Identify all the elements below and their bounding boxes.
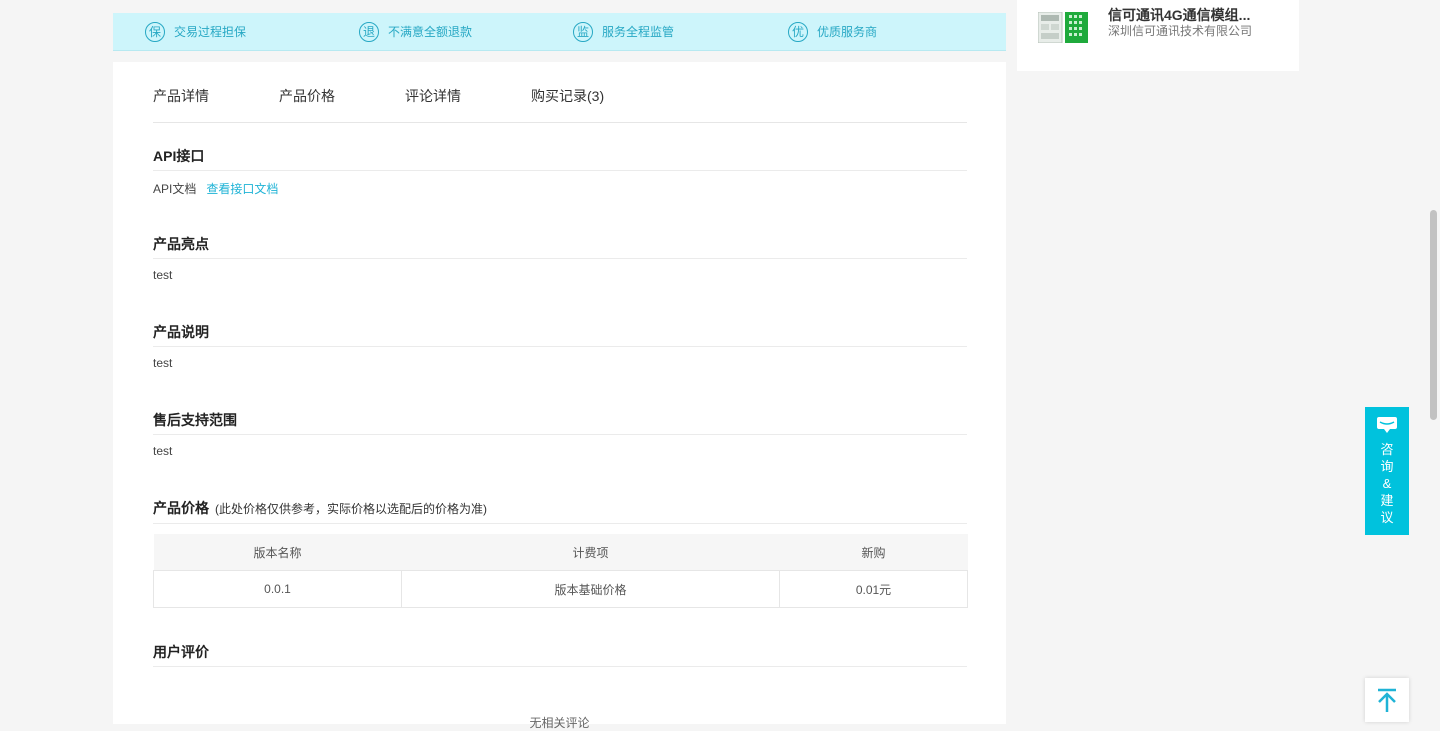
api-section-title: API接口 bbox=[153, 148, 205, 164]
column-header-new-purchase: 新购 bbox=[779, 534, 968, 571]
after-sales-text: test bbox=[153, 444, 173, 458]
guarantee-item-supervision: 监 服务全程监管 bbox=[573, 13, 674, 50]
cell-price: 0.01元 bbox=[779, 570, 968, 608]
api-doc-label: API文档 bbox=[153, 182, 197, 196]
product-detail-panel: 产品详情 产品价格 评论详情 购买记录(3) API接口 API文档 查看接口文档… bbox=[113, 62, 1006, 730]
consult-suggestion-button[interactable]: 咨 询 & 建 议 bbox=[1365, 407, 1409, 535]
refund-badge-icon: 退 bbox=[359, 21, 379, 42]
api-doc-row: API文档 查看接口文档 bbox=[153, 180, 278, 197]
detail-tabs: 产品详情 产品价格 评论详情 购买记录(3) bbox=[153, 62, 967, 123]
guarantee-label: 交易过程担保 bbox=[174, 25, 247, 39]
pricing-note: (此处价格仅供参考，实际价格以选配后的价格为准) bbox=[215, 502, 487, 516]
consult-label: 咨 询 & 建 议 bbox=[1380, 442, 1394, 525]
pricing-section-title: 产品价格 (此处价格仅供参考，实际价格以选配后的价格为准) bbox=[153, 498, 487, 518]
cell-version: 0.0.1 bbox=[153, 570, 402, 608]
after-sales-section-title: 售后支持范围 bbox=[153, 412, 237, 428]
pricing-title: 产品价格 bbox=[153, 500, 209, 516]
column-header-version: 版本名称 bbox=[153, 534, 402, 571]
table-row: 0.0.1 版本基础价格 0.01元 bbox=[153, 570, 968, 608]
tab-purchase-records[interactable]: 购买记录(3) bbox=[531, 86, 604, 106]
tab-product-details[interactable]: 产品详情 bbox=[153, 86, 209, 106]
back-to-top-button[interactable] bbox=[1365, 678, 1409, 722]
arrow-up-icon bbox=[1378, 688, 1396, 712]
guarantee-badge-icon: 保 bbox=[145, 21, 165, 42]
tab-product-price[interactable]: 产品价格 bbox=[279, 86, 335, 106]
quality-badge-icon: 优 bbox=[788, 21, 808, 42]
supervision-badge-icon: 监 bbox=[573, 21, 593, 42]
product-thumbnail bbox=[1038, 12, 1088, 43]
recommended-product-company: 深圳信可通讯技术有限公司 bbox=[1108, 24, 1253, 38]
message-icon bbox=[1377, 417, 1397, 433]
divider bbox=[153, 346, 967, 347]
divider bbox=[153, 666, 967, 667]
column-header-billing-item: 计费项 bbox=[401, 534, 780, 571]
tab-review-details[interactable]: 评论详情 bbox=[405, 86, 461, 106]
reviews-section-title: 用户评价 bbox=[153, 644, 209, 660]
price-table-header: 版本名称 计费项 新购 bbox=[153, 534, 968, 571]
highlights-section-title: 产品亮点 bbox=[153, 236, 209, 252]
guarantee-bar: 保 交易过程担保 退 不满意全额退款 监 服务全程监管 优 优质服务商 bbox=[113, 13, 1006, 51]
cell-billing-item: 版本基础价格 bbox=[401, 570, 780, 608]
scrollbar-thumb[interactable] bbox=[1430, 210, 1437, 420]
guarantee-item-quality: 优 优质服务商 bbox=[788, 13, 877, 50]
page-scrollbar[interactable] bbox=[1426, 0, 1440, 724]
divider bbox=[153, 258, 967, 259]
description-text: test bbox=[153, 356, 173, 370]
recommended-product-card[interactable]: 信可通讯4G通信模组... 深圳信可通讯技术有限公司 bbox=[1017, 0, 1299, 71]
guarantee-label: 优质服务商 bbox=[817, 25, 878, 39]
guarantee-label: 不满意全额退款 bbox=[388, 25, 473, 39]
divider bbox=[153, 434, 967, 435]
empty-reviews-text: 无相关评论 bbox=[529, 716, 590, 730]
guarantee-item-refund: 退 不满意全额退款 bbox=[359, 13, 472, 50]
view-api-doc-link[interactable]: 查看接口文档 bbox=[206, 182, 278, 196]
divider bbox=[153, 523, 967, 524]
guarantee-item-transaction: 保 交易过程担保 bbox=[145, 13, 246, 50]
highlights-text: test bbox=[153, 268, 173, 282]
price-table: 版本名称 计费项 新购 0.0.1 版本基础价格 0.01元 bbox=[153, 534, 968, 608]
divider bbox=[153, 170, 967, 171]
guarantee-label: 服务全程监管 bbox=[602, 25, 675, 39]
description-section-title: 产品说明 bbox=[153, 324, 209, 340]
